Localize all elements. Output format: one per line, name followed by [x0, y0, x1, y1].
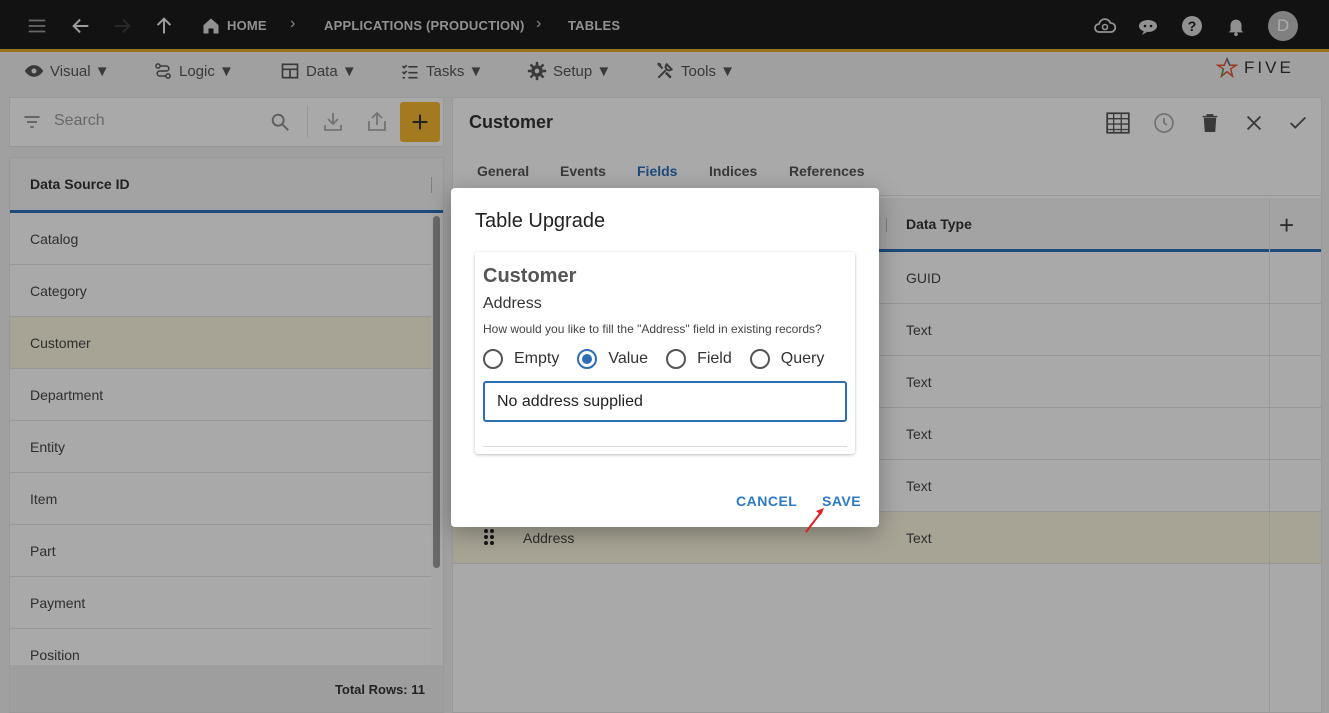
radio-label: Field [697, 350, 732, 367]
upgrade-card: Customer Address How would you like to f… [475, 252, 855, 454]
radio-button[interactable] [749, 349, 770, 369]
radio-query[interactable]: Query [749, 349, 825, 369]
fill-question: How would you like to fill the "Address"… [483, 322, 822, 336]
radio-button-checked[interactable] [577, 349, 598, 369]
card-divider [483, 446, 847, 447]
cancel-button[interactable]: CANCEL [736, 493, 797, 509]
fill-option-group: Empty Value Field Query [483, 349, 842, 369]
radio-label: Value [608, 350, 649, 367]
fill-value-input[interactable] [483, 381, 847, 422]
radio-dot [582, 354, 593, 364]
radio-field[interactable]: Field [666, 349, 732, 369]
radio-label: Query [780, 350, 825, 367]
card-field-name: Address [483, 295, 542, 312]
radio-empty[interactable]: Empty [483, 349, 559, 369]
radio-button[interactable] [666, 349, 687, 369]
radio-value[interactable]: Value [577, 349, 648, 369]
radio-button[interactable] [483, 349, 503, 369]
radio-label: Empty [514, 350, 560, 367]
table-upgrade-dialog: Table Upgrade Customer Address How would… [451, 188, 879, 527]
dialog-title: Table Upgrade [475, 210, 606, 232]
annotation-arrow-icon [800, 504, 830, 541]
card-table-name: Customer [483, 265, 577, 287]
